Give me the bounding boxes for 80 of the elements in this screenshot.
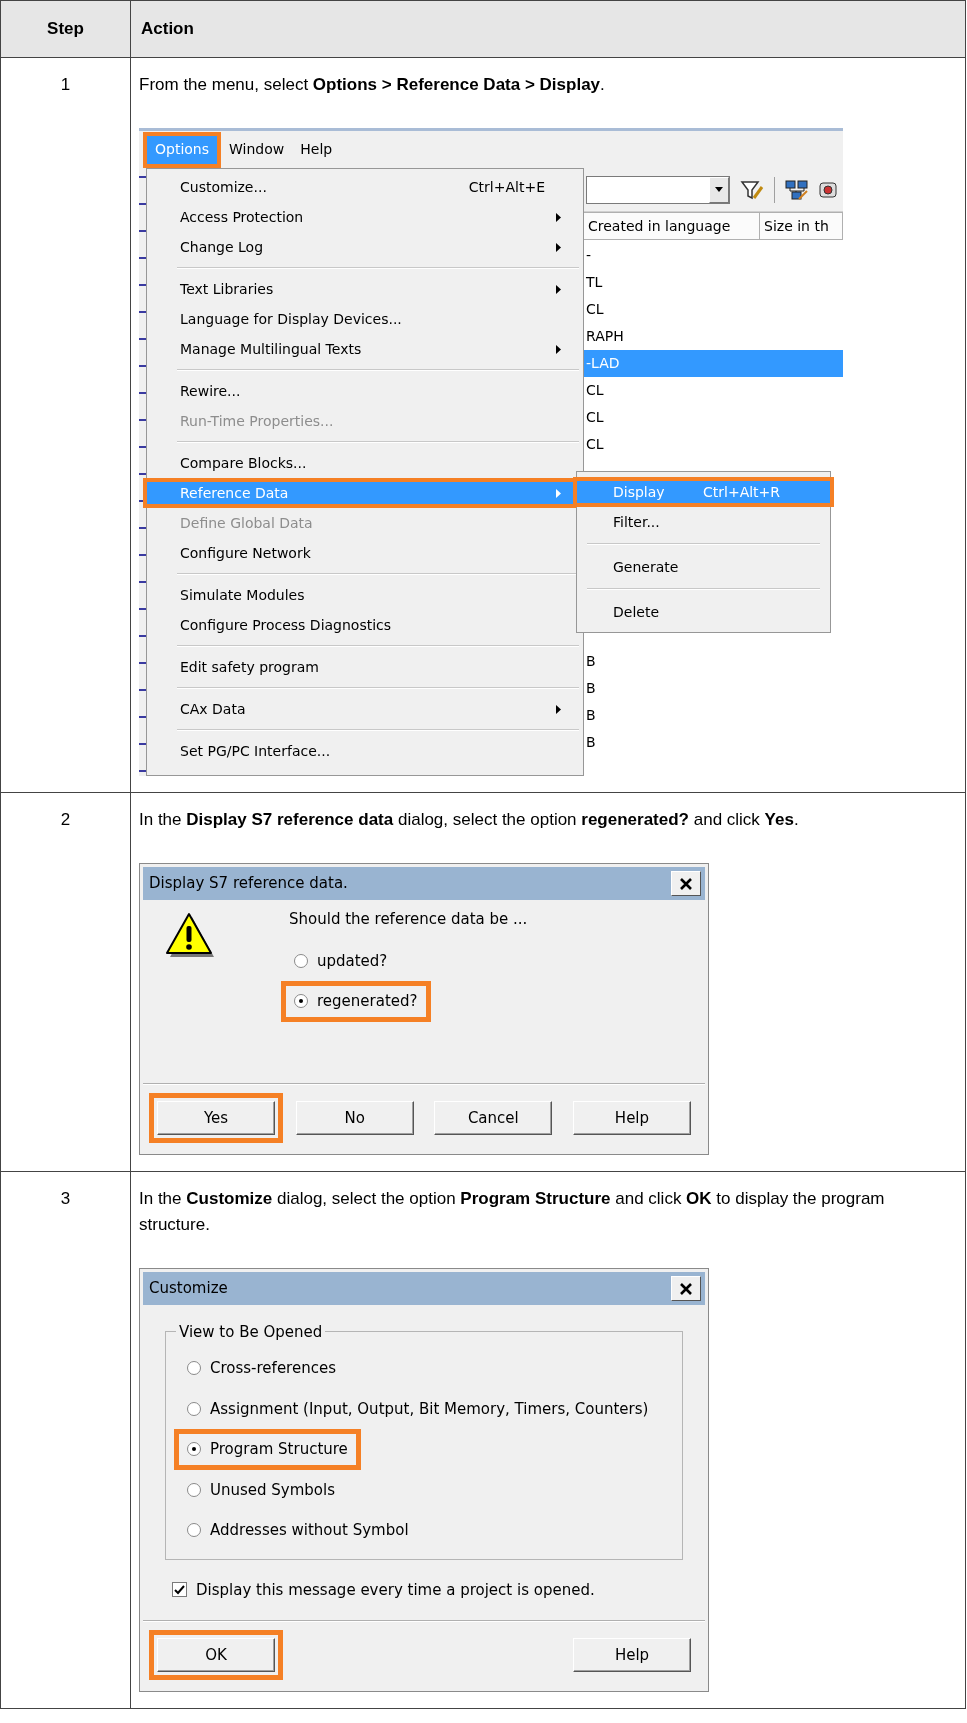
menu-bar-item[interactable]: Help [292, 131, 341, 168]
list-row[interactable]: RAPH [584, 323, 843, 350]
close-icon [680, 1282, 692, 1295]
checkbox-option[interactable]: Display this message every time a project is opened. [159, 1569, 608, 1610]
menu-item[interactable]: Manage Multilingual Texts [149, 334, 581, 364]
radio-button[interactable] [187, 1361, 201, 1376]
list-row[interactable]: B [584, 648, 843, 675]
menu-item[interactable]: Edit safety program [149, 652, 581, 682]
column-header[interactable]: Size in th [760, 212, 843, 240]
shortcut-text: Ctrl+Alt+R [703, 482, 781, 502]
radio-button[interactable] [294, 953, 308, 968]
list-row[interactable]: CL [584, 296, 843, 323]
radio-option[interactable]: Cross-references [174, 1348, 349, 1389]
submenu-arrow-icon [555, 344, 561, 354]
list-row[interactable]: B [584, 675, 843, 702]
network-icon [785, 178, 809, 201]
menu-item[interactable]: Language for Display Devices... [149, 304, 581, 334]
list-row[interactable]: B [584, 702, 843, 729]
list-row[interactable]: B [584, 729, 843, 756]
dropdown-arrow-button[interactable] [709, 176, 729, 203]
checkbox[interactable] [172, 1582, 187, 1598]
menu-item[interactable]: Delete [579, 597, 828, 627]
close-button[interactable] [671, 1276, 701, 1301]
filter-icon [740, 178, 764, 201]
list-row[interactable]: CL [584, 377, 843, 404]
menu-item[interactable]: Rewire... [149, 376, 581, 406]
menu-item[interactable]: Text Libraries [149, 274, 581, 304]
dialog-button[interactable]: Help [573, 1638, 691, 1672]
instruction-text: In the Customize dialog, select the option Program Structure and click OK to display the program structure. [139, 1188, 886, 1236]
instruction-text: In the Display S7 reference data dialog, select the option regenerated? and click Yes. [139, 809, 800, 831]
warning-icon [165, 912, 215, 958]
radio-option[interactable]: updated? [281, 940, 401, 981]
menu-item[interactable]: Set PG/PC Interface... [149, 736, 581, 766]
radio-button[interactable] [187, 1401, 201, 1416]
dialog-title: Customize [149, 1278, 228, 1300]
radio-option[interactable]: Assignment (Input, Output, Bit Memory, Timers, Counters) [174, 1388, 662, 1429]
close-button[interactable] [671, 871, 701, 896]
menu-item[interactable]: Access Protection [149, 202, 581, 232]
menu-item[interactable]: CAx Data [149, 694, 581, 724]
column-header[interactable]: Created in language [584, 212, 760, 240]
dialog-button[interactable]: OK [149, 1630, 283, 1680]
column-header: Step [0, 0, 131, 58]
caret-icon [715, 187, 723, 192]
list-row[interactable]: CL [584, 404, 843, 431]
list-row[interactable]: - [584, 242, 843, 269]
close-icon [680, 877, 692, 890]
radio-button[interactable] [294, 994, 308, 1009]
step-number: 2 [0, 792, 131, 1172]
submenu-arrow-icon [555, 212, 561, 222]
radio-option[interactable]: Addresses without Symbol [174, 1510, 422, 1551]
message-text: Should the reference data be ... [289, 909, 528, 930]
dialog-button[interactable]: Yes [149, 1093, 283, 1143]
radio-option[interactable]: regenerated? [281, 981, 431, 1022]
column-header: Action [130, 0, 966, 58]
step-number: 1 [0, 57, 131, 793]
list-row[interactable]: CL [584, 431, 843, 458]
dialog-button[interactable]: No [295, 1101, 414, 1135]
dialog-title: Display S7 reference data. [149, 873, 348, 895]
instruction-text: From the menu, select Options > Reference Data > Display. [139, 74, 606, 96]
menu-item[interactable]: Generate [579, 552, 828, 582]
menu-item[interactable]: Compare Blocks... [149, 448, 581, 478]
submenu-arrow-icon [555, 488, 561, 498]
menu-item[interactable]: Customize... Ctrl+Alt+E [149, 172, 581, 202]
radio-button[interactable] [187, 1482, 201, 1497]
radio-option[interactable]: Program Structure [174, 1429, 361, 1470]
menu-bar-item[interactable]: Window [221, 131, 293, 168]
radio-button[interactable] [187, 1442, 201, 1457]
submenu-arrow-icon [555, 242, 561, 252]
dialog-button[interactable]: Cancel [434, 1101, 553, 1135]
menu-item[interactable]: Filter... [579, 507, 828, 537]
submenu-arrow-icon [555, 704, 561, 714]
combo-field[interactable] [586, 175, 730, 204]
step-number: 3 [0, 1171, 131, 1709]
list-row[interactable]: TL [584, 269, 843, 296]
radio-button[interactable] [187, 1523, 201, 1538]
radio-option[interactable]: Unused Symbols [174, 1469, 349, 1510]
menu-item[interactable]: Change Log [149, 232, 581, 262]
submenu-arrow-icon [555, 284, 561, 294]
dialog-button[interactable]: Help [572, 1101, 691, 1135]
shortcut-text: Ctrl+Alt+E [468, 177, 545, 197]
